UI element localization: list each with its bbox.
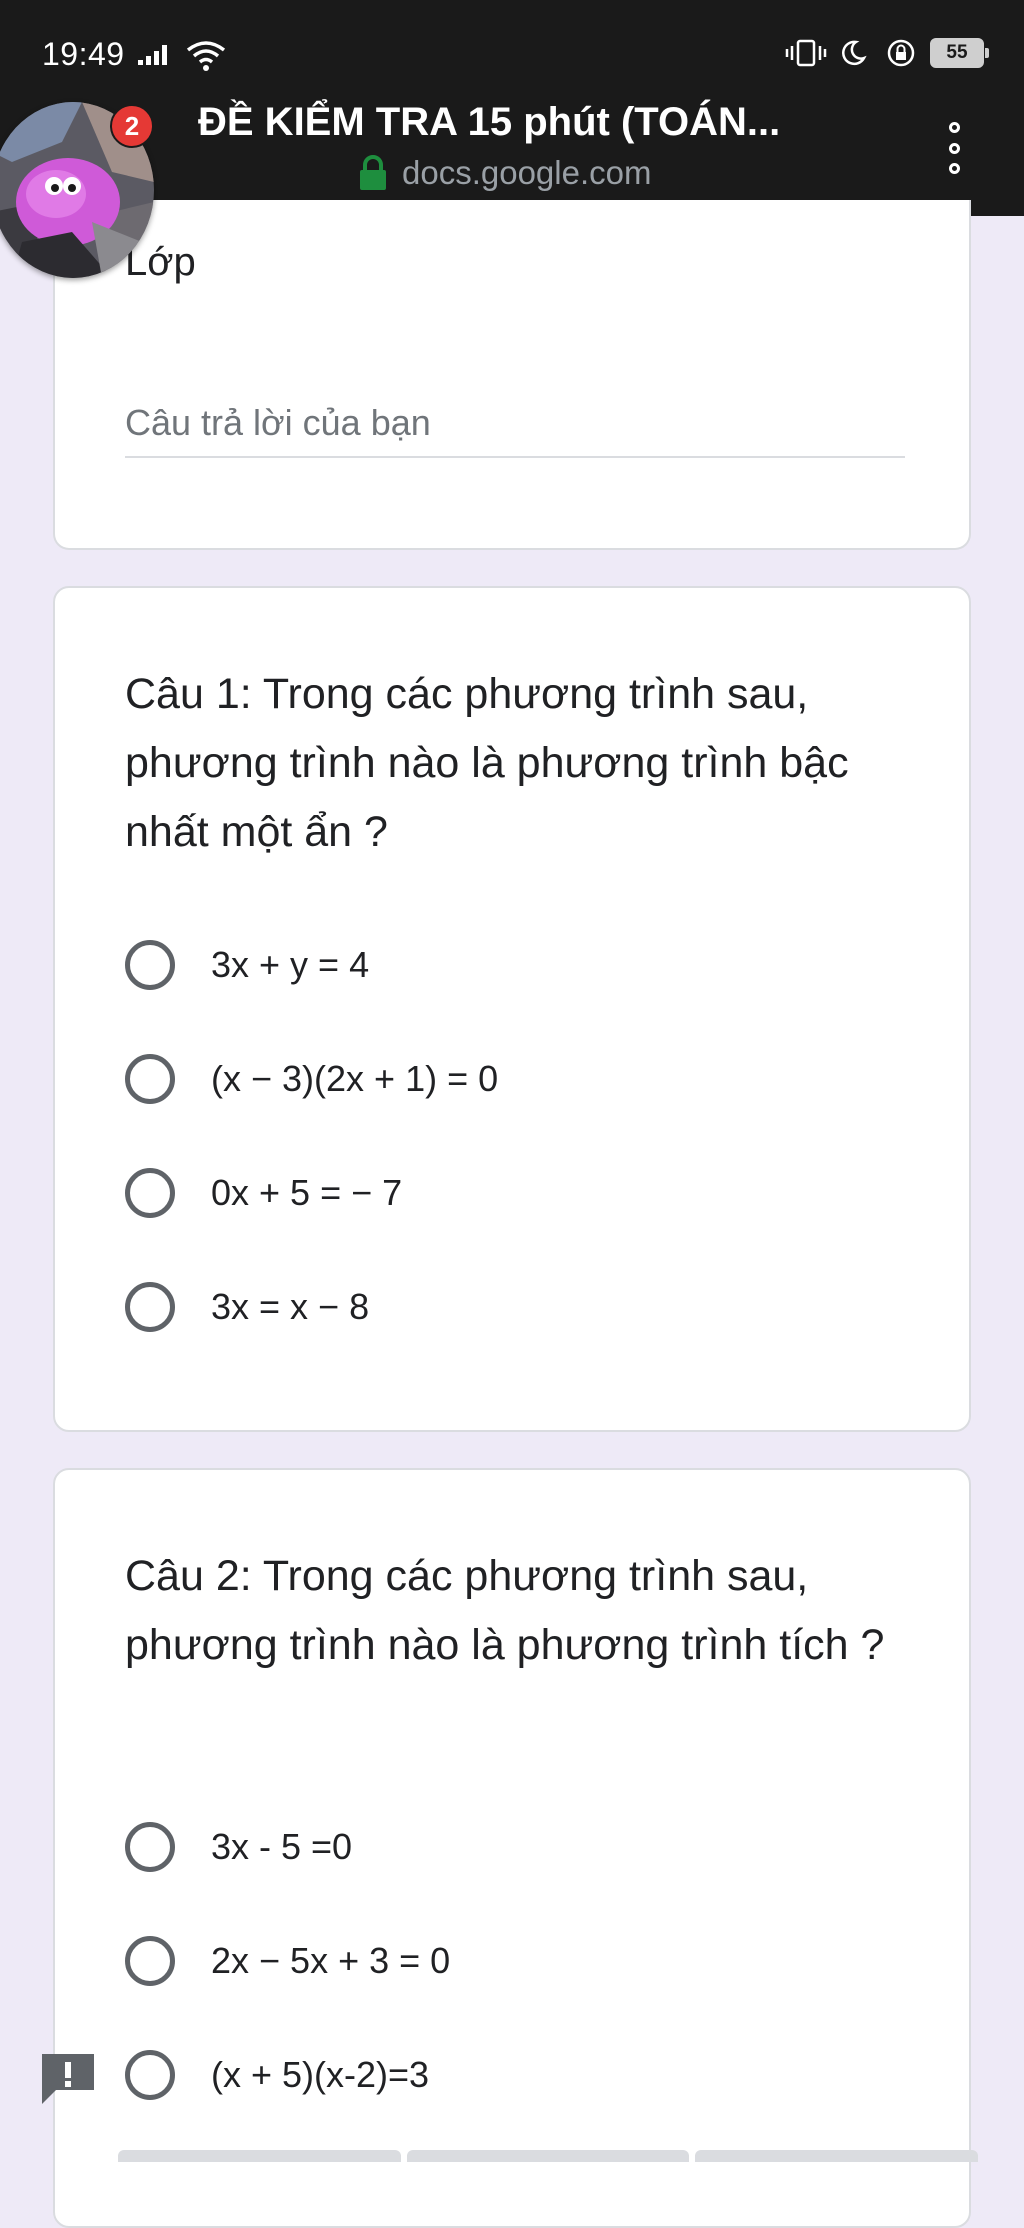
option-item[interactable]: 0x + 5 = − 7 <box>125 1136 498 1250</box>
radio-button[interactable] <box>125 940 175 990</box>
notification-badge: 2 <box>110 104 154 148</box>
question-card-2: Câu 2: Trong các phương trình sau, phươn… <box>53 1468 971 2228</box>
radio-button[interactable] <box>125 1282 175 1332</box>
option-label: (x − 3)(2x + 1) = 0 <box>211 1058 499 1099</box>
radio-button[interactable] <box>125 1168 175 1218</box>
url-text: docs.google.com <box>402 154 652 191</box>
status-icons: 55 <box>784 36 989 70</box>
option-item[interactable]: 2x − 5x + 3 = 0 <box>125 1904 450 2018</box>
moon-icon <box>842 40 867 66</box>
option-label: 3x - 5 =0 <box>211 1826 353 1867</box>
option-label: 3x = x − 8 <box>211 1286 370 1327</box>
vibrate-icon <box>785 39 827 67</box>
page-title[interactable]: ĐỀ KIỂM TRA 15 phút (TOÁN... <box>198 100 780 145</box>
option-list: 3x + y = 4 (x − 3)(2x + 1) = 0 0x + 5 = … <box>125 908 498 1364</box>
option-list: 3x - 5 =0 2x − 5x + 3 = 0 (x + 5)(x-2)=3 <box>125 1790 450 2132</box>
report-problem-icon[interactable] <box>38 2050 98 2108</box>
option-label: 3x + y = 4 <box>211 944 370 985</box>
radio-button[interactable] <box>125 1936 175 1986</box>
battery-icon: 55 <box>930 38 989 68</box>
data-saver-icon <box>887 39 915 67</box>
bottom-strip <box>118 2150 979 2162</box>
signal-icon <box>138 45 167 65</box>
option-item[interactable]: (x + 5)(x-2)=3 <box>125 2018 450 2132</box>
radio-button[interactable] <box>125 1822 175 1872</box>
status-time: 19:49 <box>42 36 125 72</box>
chat-head[interactable]: 2 <box>0 102 156 278</box>
lock-icon <box>360 155 386 190</box>
option-item[interactable]: 3x - 5 =0 <box>125 1790 450 1904</box>
url-bar[interactable]: docs.google.com <box>358 154 651 192</box>
radio-button[interactable] <box>125 1054 175 1104</box>
radio-button[interactable] <box>125 2050 175 2100</box>
option-label: 0x + 5 = − 7 <box>211 1172 403 1213</box>
option-item[interactable]: (x − 3)(2x + 1) = 0 <box>125 1022 498 1136</box>
option-item[interactable]: 3x + y = 4 <box>125 908 498 1022</box>
wifi-icon <box>186 41 226 71</box>
question-card-1: Câu 1: Trong các phương trình sau, phươn… <box>53 586 971 1432</box>
question-text: Câu 2: Trong các phương trình sau, phươn… <box>125 1552 885 1669</box>
option-label: 2x − 5x + 3 = 0 <box>211 1940 451 1981</box>
class-field-card: Lớp <box>53 200 971 550</box>
class-answer-input[interactable] <box>125 390 905 458</box>
question-text: Câu 1: Trong các phương trình sau, phươn… <box>125 670 849 856</box>
option-item[interactable]: 3x = x − 8 <box>125 1250 498 1364</box>
menu-dots-icon[interactable] <box>942 122 966 174</box>
option-label: (x + 5)(x-2)=3 <box>211 2054 430 2095</box>
